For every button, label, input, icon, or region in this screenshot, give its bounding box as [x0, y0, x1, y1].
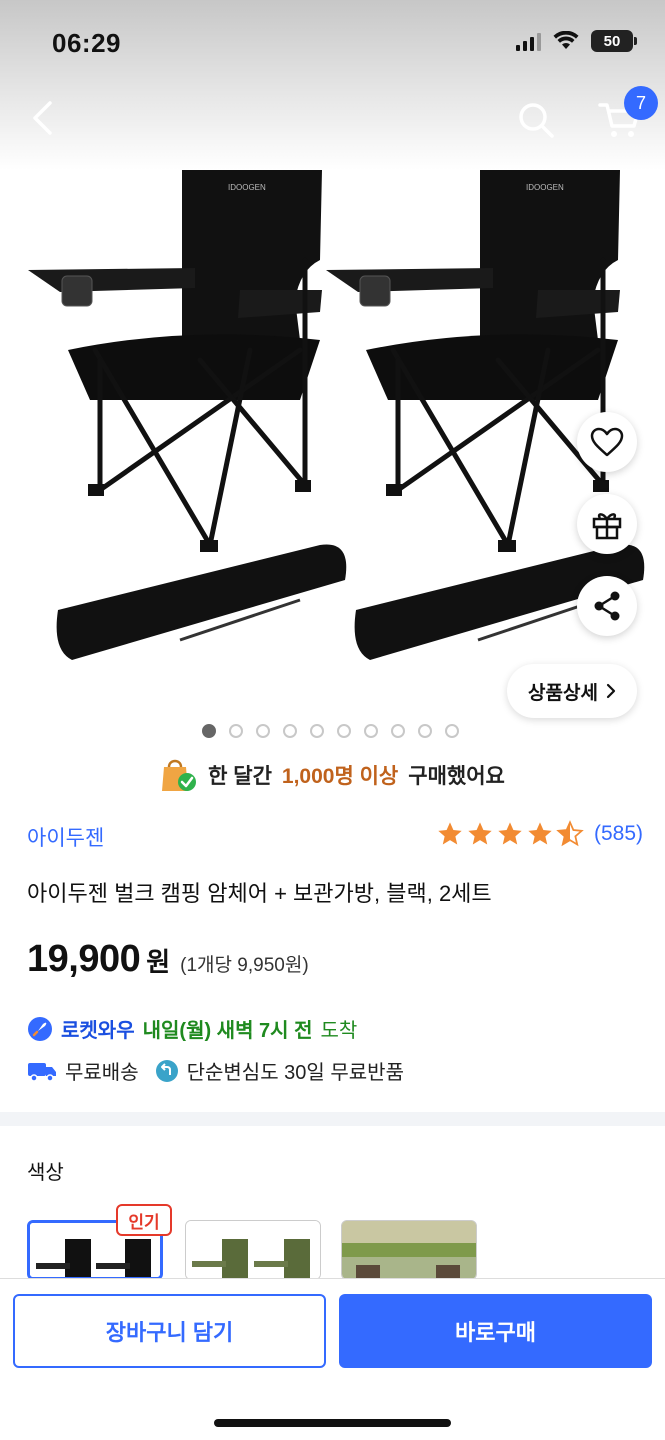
purchase-count-notice: 한 달간 1,000명 이상 구매했어요	[0, 755, 665, 795]
pagination-dot[interactable]	[229, 724, 243, 738]
delivery-time: 내일(월) 새벽 7시 전	[142, 1020, 313, 1042]
pagination-dot[interactable]	[256, 724, 270, 738]
heart-icon	[590, 427, 624, 457]
shopping-bag-check-icon	[162, 759, 197, 791]
gift-icon	[592, 513, 622, 540]
pagination-dot[interactable]	[310, 724, 324, 738]
section-divider	[0, 1112, 665, 1126]
star-icon	[528, 822, 552, 845]
perks: 무료배송 단순변심도 30일 무료반품	[27, 1056, 404, 1085]
bottom-action-bar: 장바구니 담기 바로구매	[0, 1278, 665, 1440]
cellular-signal-icon	[516, 31, 541, 51]
buy-now-button[interactable]: 바로구매	[339, 1294, 652, 1368]
wishlist-button[interactable]	[577, 412, 637, 472]
delivery-arrive: 도착	[320, 1020, 358, 1042]
status-time: 06:29	[52, 28, 121, 58]
pagination-dot[interactable]	[391, 724, 405, 738]
home-indicator	[214, 1419, 451, 1427]
product-detail-label: 상품상세	[528, 682, 598, 704]
camping-chairs-image: IDOOGEN	[28, 150, 665, 710]
popular-badge: 인기	[116, 1204, 172, 1236]
pagination-dot[interactable]	[445, 724, 459, 738]
delivery-info: 로켓와우 내일(월) 새벽 7시 전 도착	[27, 1014, 357, 1043]
status-icons: 50	[516, 30, 637, 52]
purchase-highlight: 1,000명 이상	[281, 765, 399, 788]
status-bar: 06:29 50	[0, 0, 665, 88]
price-value: 19,900	[27, 938, 141, 980]
share-icon	[594, 591, 620, 621]
color-option-khaki[interactable]	[185, 1220, 321, 1280]
purchase-prefix: 한 달간	[208, 765, 272, 788]
color-option-label: 색상	[27, 1162, 64, 1184]
unit-price: (1개당 9,950원)	[180, 955, 309, 976]
brand-link[interactable]: 아이두젠	[27, 822, 104, 852]
pagination-dot[interactable]	[364, 724, 378, 738]
share-button[interactable]	[577, 576, 637, 636]
svg-text:IDOOGEN: IDOOGEN	[228, 183, 266, 192]
product-image[interactable]: IDOOGEN	[0, 150, 665, 710]
pagination-dot[interactable]	[283, 724, 297, 738]
rocket-icon	[28, 1016, 52, 1041]
top-nav	[0, 88, 665, 152]
pagination-dot[interactable]	[418, 724, 432, 738]
free-returns-label: 단순변심도 30일 무료반품	[186, 1062, 404, 1084]
chevron-right-icon	[606, 683, 616, 699]
return-icon	[155, 1059, 178, 1082]
wifi-icon	[553, 31, 579, 49]
product-title: 아이두젠 벌크 캠핑 암체어 + 보관가방, 블랙, 2세트	[27, 881, 492, 906]
chevron-left-icon	[33, 101, 52, 135]
purchase-suffix: 구매했어요	[408, 765, 505, 788]
search-icon	[519, 103, 554, 138]
price-row: 19,900 원 (1개당 9,950원)	[27, 938, 309, 981]
rocket-wow-label: 로켓와우	[61, 1020, 135, 1042]
color-option-brown[interactable]	[341, 1220, 477, 1280]
battery-icon: 50	[591, 30, 637, 52]
add-to-cart-button[interactable]: 장바구니 담기	[13, 1294, 326, 1368]
back-button[interactable]	[22, 96, 62, 140]
image-pagination	[202, 724, 459, 738]
truck-icon	[28, 1062, 56, 1082]
pagination-dot[interactable]	[202, 724, 216, 738]
half-star-icon	[556, 820, 584, 847]
price-currency: 원	[146, 947, 171, 977]
free-shipping-label: 무료배송	[65, 1062, 139, 1084]
outdoor-chair-thumbnail	[342, 1221, 476, 1279]
star-rating	[436, 820, 584, 848]
review-count: (585)	[593, 822, 643, 845]
cart-count-badge: 7	[624, 86, 658, 120]
pagination-dot[interactable]	[337, 724, 351, 738]
khaki-chair-thumbnail	[186, 1221, 320, 1279]
star-icon	[498, 822, 522, 845]
star-icon	[468, 822, 492, 845]
rating[interactable]: (585)	[436, 820, 643, 848]
star-icon	[438, 822, 462, 845]
product-detail-button[interactable]: 상품상세	[507, 664, 637, 718]
gift-button[interactable]	[577, 494, 637, 554]
search-button[interactable]	[512, 96, 560, 144]
